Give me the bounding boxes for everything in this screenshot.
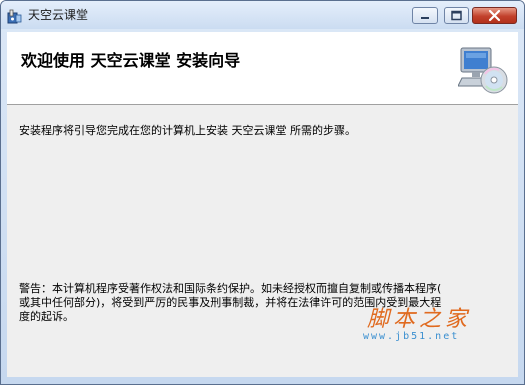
computer-cd-icon [458,47,508,94]
installer-app-icon [7,9,22,24]
wizard-title: 欢迎使用 天空云课堂 安装向导 [21,51,241,70]
title-bar[interactable]: 天空云课堂 [1,1,524,29]
watermark-url: www.jb51.net [363,331,460,342]
minimize-button[interactable] [412,7,438,24]
wizard-header: 欢迎使用 天空云课堂 安装向导 [7,32,518,104]
intro-text: 安装程序将引导您完成在您的计算机上安装 天空云课堂 所需的步骤。 [19,124,356,137]
close-icon [488,9,501,22]
maximize-icon [451,10,462,21]
watermark: 脚本之家 www.jb51.net [331,301,511,351]
maximize-button[interactable] [444,7,469,24]
watermark-text: 脚本之家 [367,307,472,332]
installer-window: 天空云课堂 欢迎使用 天空云课堂 安装向导 安装程序将引导您完成在您的计算机上安… [0,0,525,385]
close-button[interactable] [472,7,517,24]
minimize-icon [421,17,429,19]
window-title: 天空云课堂 [28,8,89,22]
